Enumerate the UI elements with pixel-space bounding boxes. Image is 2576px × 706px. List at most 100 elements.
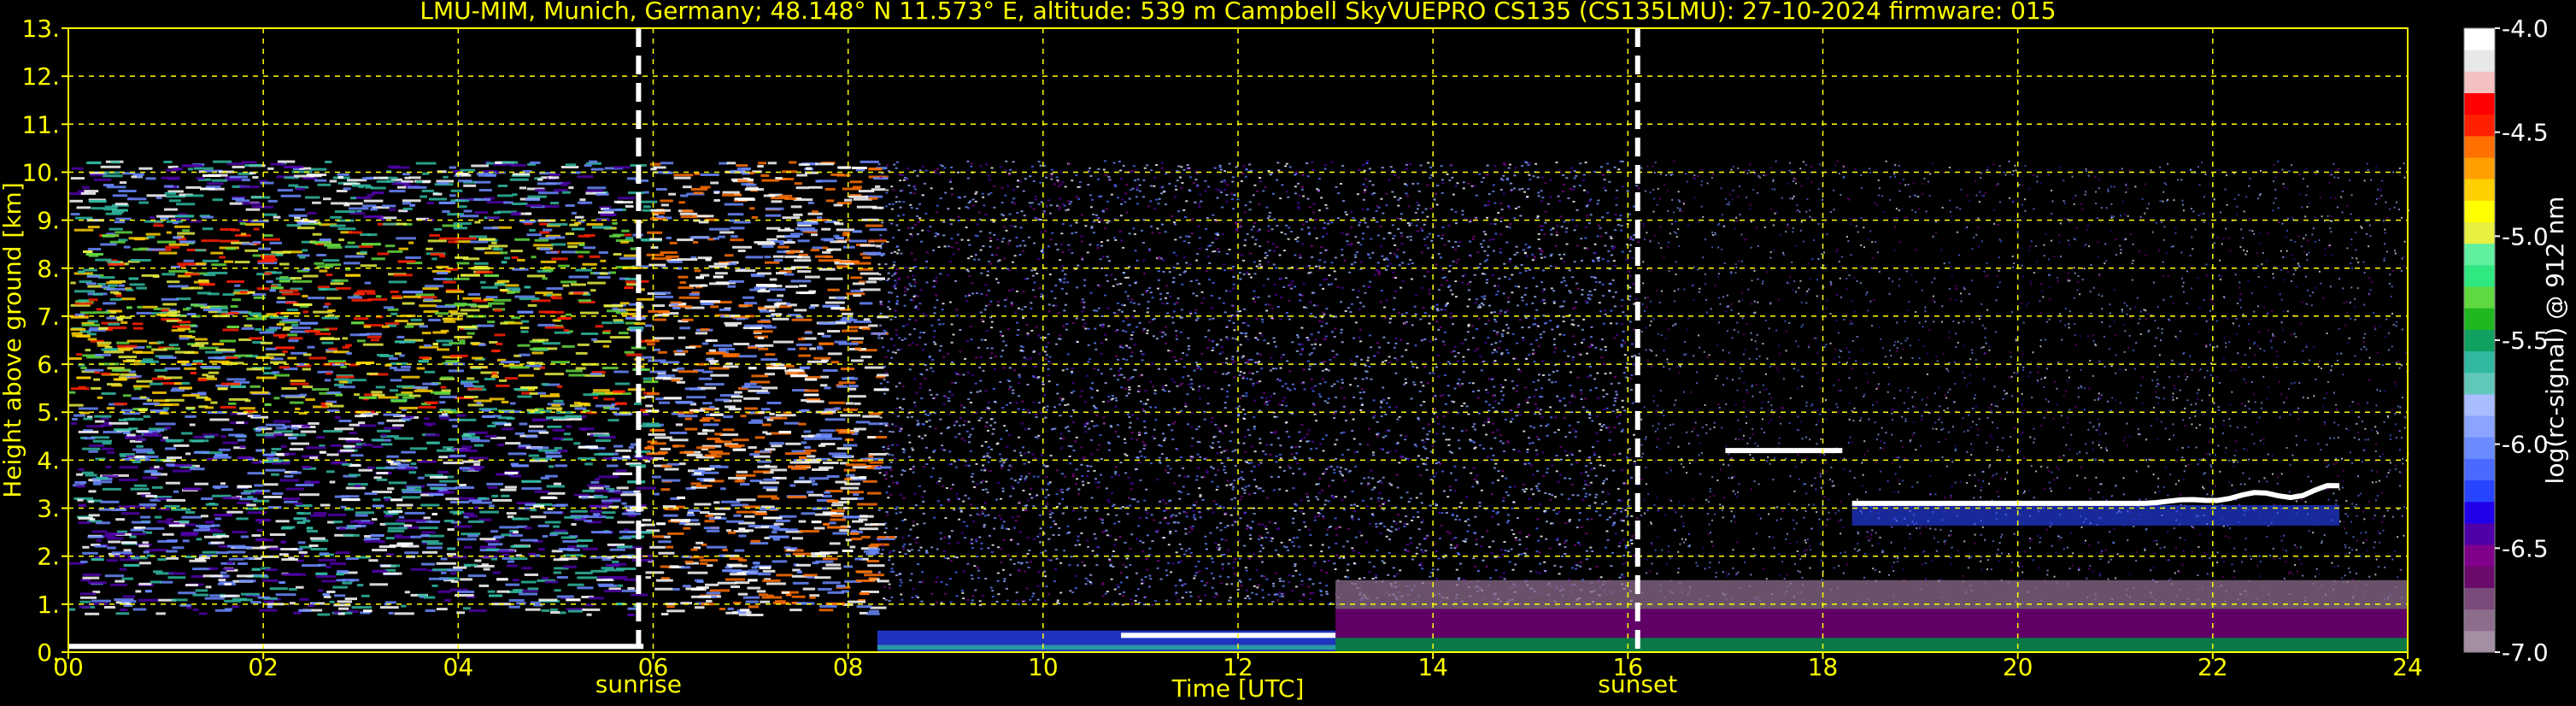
heatmap-cell	[350, 454, 364, 457]
heatmap-cell	[571, 227, 585, 231]
heatmap-cell	[78, 430, 99, 433]
heatmap-cell	[898, 551, 901, 554]
heatmap-cell	[247, 291, 255, 294]
heatmap-cell	[381, 325, 390, 328]
heatmap-cell	[1243, 436, 1247, 438]
heatmap-cell	[387, 250, 403, 253]
heatmap-cell	[249, 385, 261, 388]
heatmap-cell	[562, 540, 578, 543]
heatmap-cell	[512, 173, 531, 176]
heatmap-cell	[240, 232, 247, 236]
heatmap-cell	[1396, 249, 1399, 251]
heatmap-cell	[819, 551, 838, 555]
heatmap-cell	[812, 468, 829, 471]
heatmap-cell	[684, 417, 692, 421]
heatmap-cell	[326, 297, 342, 300]
heatmap-cell	[713, 199, 720, 202]
heatmap-cell	[794, 480, 812, 484]
heatmap-cell	[179, 240, 196, 244]
heatmap-cell	[799, 347, 807, 350]
heatmap-cell	[441, 571, 447, 574]
heatmap-cell	[336, 375, 355, 379]
heatmap-cell	[613, 370, 629, 374]
heatmap-cell	[549, 174, 560, 176]
heatmap-cell	[816, 345, 823, 349]
heatmap-cell	[594, 453, 614, 456]
heatmap-cell	[601, 499, 621, 503]
heatmap-cell	[708, 265, 728, 268]
heatmap-cell	[177, 360, 190, 363]
heatmap-cell	[658, 540, 672, 544]
heatmap-cell	[783, 241, 795, 244]
heatmap-cell	[542, 277, 548, 280]
heatmap-cell	[845, 474, 855, 477]
heatmap-cell	[286, 309, 298, 312]
heatmap-cell	[388, 280, 407, 284]
heatmap-cell	[1541, 225, 1545, 227]
heatmap-cell	[462, 297, 481, 300]
heatmap-cell	[916, 420, 919, 422]
heatmap-cell	[459, 484, 466, 486]
heatmap-cell	[232, 165, 245, 168]
heatmap-cell	[120, 512, 140, 515]
heatmap-cell	[321, 404, 327, 408]
heatmap-cell	[625, 233, 632, 237]
heatmap-cell	[1327, 222, 1330, 225]
heatmap-cell	[467, 520, 484, 523]
heatmap-cell	[1361, 378, 1364, 380]
heatmap-cell	[1015, 290, 1018, 292]
heatmap-cell	[1033, 242, 1036, 244]
heatmap-cell	[1010, 302, 1013, 304]
heatmap-cell	[420, 195, 427, 198]
heatmap-cell	[1522, 249, 1525, 251]
heatmap-cell	[955, 492, 959, 495]
heatmap-cell	[1121, 310, 1124, 313]
heatmap-cell	[94, 544, 107, 548]
heatmap-cell	[655, 579, 673, 582]
heatmap-cell	[591, 531, 612, 534]
heatmap-cell	[207, 292, 220, 296]
heatmap-cell	[860, 356, 872, 359]
heatmap-cell	[437, 590, 452, 593]
heatmap-cell	[358, 468, 373, 472]
heatmap-cell	[586, 613, 592, 616]
heatmap-cell	[1312, 211, 1316, 214]
heatmap-cell	[417, 593, 427, 597]
heatmap-cell	[1494, 462, 1498, 465]
heatmap-cell	[1542, 374, 1545, 376]
heatmap-cell	[1206, 403, 1210, 405]
heatmap-cell	[460, 168, 476, 172]
heatmap-cell	[211, 263, 226, 267]
heatmap-cell	[115, 518, 126, 521]
heatmap-cell	[1570, 393, 1574, 395]
heatmap-cell	[835, 237, 844, 240]
heatmap-cell	[837, 166, 852, 169]
heatmap-cell	[1590, 336, 1593, 338]
heatmap-cell	[507, 560, 514, 563]
heatmap-cell	[449, 194, 456, 197]
heatmap-cell	[738, 527, 746, 531]
heatmap-cell	[73, 414, 85, 417]
heatmap-cell	[326, 274, 333, 277]
heatmap-cell	[178, 321, 191, 324]
heatmap-cell	[829, 542, 841, 545]
heatmap-cell	[1226, 184, 1229, 186]
heatmap-cell	[202, 574, 223, 578]
heatmap-cell	[151, 472, 161, 475]
heatmap-cell	[929, 226, 932, 228]
heatmap-cell	[401, 450, 416, 454]
heatmap-cell	[619, 530, 637, 533]
heatmap-cell	[1358, 221, 1362, 224]
heatmap-cell	[204, 398, 212, 402]
heatmap-cell	[713, 501, 720, 504]
heatmap-cell	[408, 241, 414, 244]
heatmap-cell	[1324, 335, 1328, 338]
heatmap-cell	[1522, 484, 1525, 486]
heatmap-cell	[860, 535, 871, 538]
heatmap-cell	[553, 482, 561, 485]
heatmap-cell	[556, 576, 568, 579]
heatmap-cell	[1081, 480, 1084, 483]
heatmap-cell	[82, 551, 98, 555]
heatmap-cell	[659, 401, 670, 404]
heatmap-cell	[179, 520, 190, 523]
